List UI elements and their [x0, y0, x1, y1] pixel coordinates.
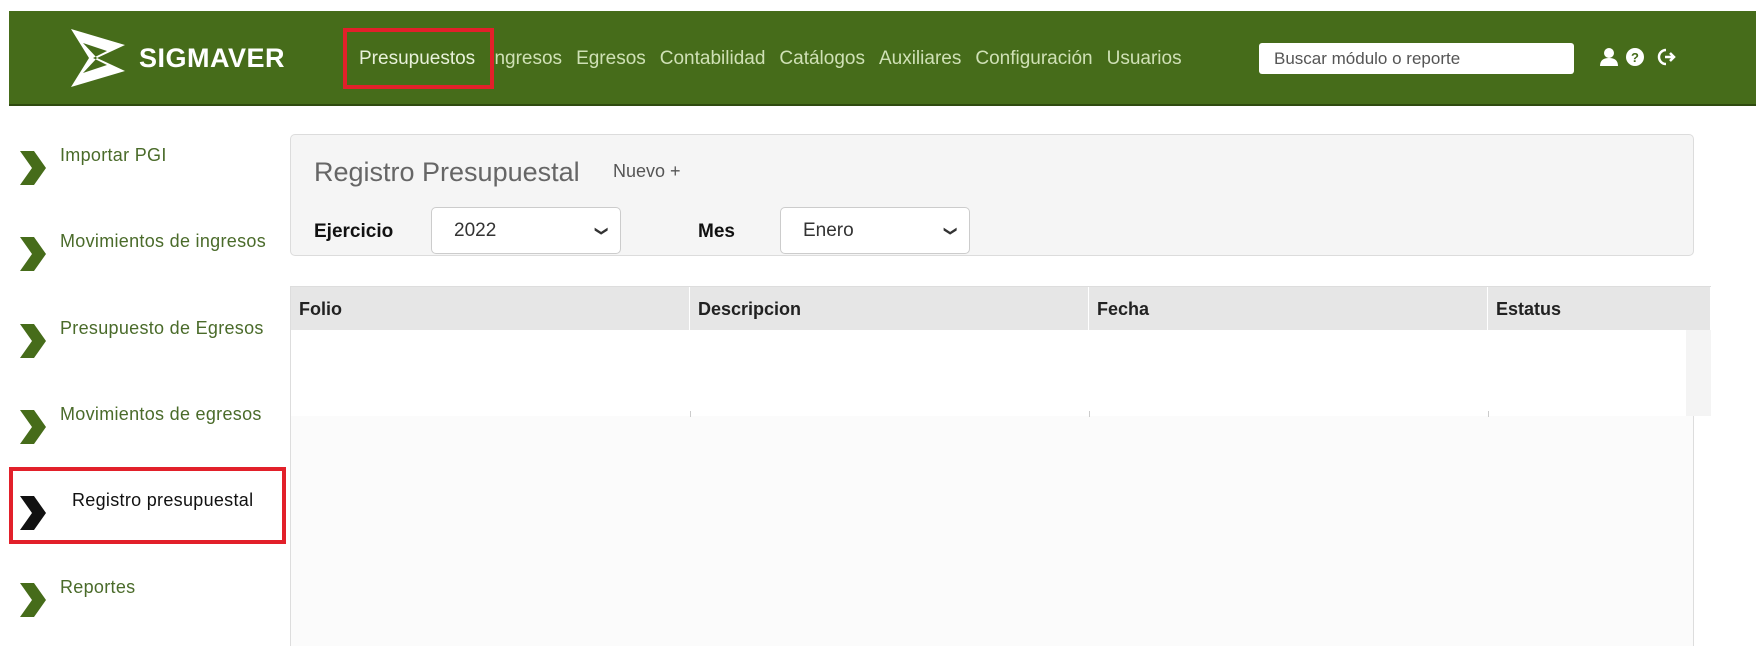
sidebar-item-label: Presupuesto de Egresos [60, 318, 264, 338]
sidebar-item-label: Movimientos de egresos [60, 404, 262, 424]
sidebar-item-movimientos-ingresos[interactable]: Movimientos de ingresos [18, 231, 280, 271]
mes-label: Mes [698, 221, 735, 242]
chevron-right-icon [20, 237, 46, 271]
sidebar-item-label: Registro presupuestal [72, 490, 254, 510]
new-record-link[interactable]: Nuevo + [613, 161, 681, 182]
sidebar-item-presupuesto-egresos[interactable]: Presupuesto de Egresos [18, 318, 280, 358]
table-header: Folio Descripcion Fecha Estatus [291, 286, 1711, 331]
sidebar-item-label: Movimientos de ingresos [60, 231, 266, 251]
column-header-descripcion[interactable]: Descripcion [690, 287, 1089, 331]
filter-panel: Registro Presupuestal Nuevo + Ejercicio … [290, 134, 1694, 256]
chevron-right-icon [20, 151, 46, 185]
sidebar-item-label: Importar PGI [60, 145, 167, 165]
sidebar-item-movimientos-egresos[interactable]: Movimientos de egresos [18, 404, 280, 444]
column-header-folio[interactable]: Folio [291, 287, 690, 331]
nav-item-configuracion[interactable]: Configuración [975, 48, 1092, 70]
page-title: Registro Presupuestal [314, 157, 580, 187]
column-header-fecha[interactable]: Fecha [1089, 287, 1488, 331]
logout-icon[interactable] [1657, 47, 1677, 72]
table-scrollbar-track[interactable] [1686, 330, 1711, 416]
column-divider [690, 411, 691, 417]
column-divider [1488, 411, 1489, 417]
column-header-estatus[interactable]: Estatus [1488, 287, 1711, 331]
chevron-right-icon [20, 324, 46, 358]
ejercicio-value: 2022 [454, 219, 497, 241]
table-body [291, 330, 1711, 416]
sidebar-item-label: Reportes [60, 577, 136, 597]
app-name: SIGMAVER [139, 42, 286, 73]
nav-item-catalogos[interactable]: Catálogos [779, 48, 865, 70]
nav-item-egresos[interactable]: Egresos [576, 48, 646, 70]
ejercicio-label: Ejercicio [314, 221, 394, 242]
records-table: Folio Descripcion Fecha Estatus [290, 286, 1711, 646]
nav-item-presupuestos[interactable]: Presupuestos [359, 48, 475, 70]
sidebar-item-registro-presupuestal[interactable]: Registro presupuestal [18, 490, 292, 530]
sigma-logo-icon [71, 29, 125, 87]
chevron-right-icon [20, 496, 46, 530]
nav-item-ingresos[interactable]: Ingresos [489, 48, 562, 70]
mes-select[interactable]: Enero ❮ [780, 207, 970, 254]
chevron-down-icon: ❮ [592, 225, 608, 236]
mes-value: Enero [803, 219, 854, 241]
nav-item-usuarios[interactable]: Usuarios [1107, 48, 1182, 70]
header-icons: ? [1599, 47, 1677, 72]
chevron-right-icon [20, 583, 46, 617]
nav-item-auxiliares[interactable]: Auxiliares [879, 48, 961, 70]
chevron-down-icon: ❮ [941, 225, 957, 236]
ejercicio-select[interactable]: 2022 ❮ [431, 207, 621, 254]
sidebar-item-importar-pgi[interactable]: Importar PGI [18, 145, 280, 185]
chevron-right-icon [20, 410, 46, 444]
search-input[interactable] [1259, 43, 1574, 74]
nav-item-contabilidad[interactable]: Contabilidad [660, 48, 766, 70]
user-icon[interactable] [1599, 47, 1619, 72]
app-logo[interactable]: SIGMAVER [67, 13, 285, 103]
sidebar-item-reportes[interactable]: Reportes [18, 577, 280, 617]
column-divider [1089, 411, 1090, 417]
help-icon[interactable]: ? [1625, 47, 1645, 72]
top-navigation-bar: SIGMAVER Presupuestos Ingresos Egresos C… [9, 11, 1756, 106]
svg-text:?: ? [1631, 50, 1639, 65]
main-nav: Presupuestos Ingresos Egresos Contabilid… [359, 11, 1196, 106]
